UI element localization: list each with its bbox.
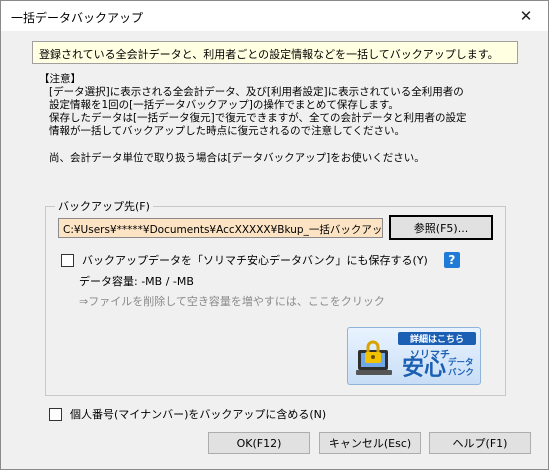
help-question-icon[interactable]: ? — [443, 252, 460, 268]
logo-brand-databank: データ バンク — [448, 358, 474, 378]
mynumber-option-row[interactable]: 個人番号(マイナンバー)をバックアップに含める(N) — [49, 406, 326, 422]
logo-brand-bank: バンク — [448, 368, 474, 378]
notes-section: 【注意】 [データ選択]に表示される全会計データ、及び[利用者設定]に表示されて… — [39, 73, 519, 165]
window-title: 一括データバックアップ — [11, 11, 144, 25]
logo-brand-data: データ — [448, 358, 474, 368]
notes-line: 設定情報を1回の[一括データバックアップ]の操作でまとめて保存します。 — [49, 99, 399, 111]
computer-lock-icon — [356, 340, 392, 375]
mynumber-option-checkbox[interactable] — [49, 407, 62, 421]
notes-line: [データ選択]に表示される全会計データ、及び[利用者設定]に表示されている全利用… — [49, 86, 464, 98]
logo-brand-anshin: 安心 — [402, 356, 447, 381]
notes-line: 保存したデータは[一括データ復元]で復元できますが、全ての会計データと利用者の設… — [49, 112, 467, 124]
bank-option-checkbox[interactable] — [61, 253, 74, 267]
notes-heading: 【注意】 — [39, 73, 81, 85]
backup-path-field[interactable]: C:¥Users¥*****¥Documents¥AccXXXXX¥Bkup_一… — [58, 218, 383, 238]
close-icon[interactable]: ✕ — [504, 1, 548, 31]
cancel-button[interactable]: キャンセル(Esc) — [319, 432, 421, 454]
notes-footer: 尚、会計データ単位で取り扱う場合は[データバックアップ]をお使いください。 — [49, 152, 425, 164]
title-bar: 一括データバックアップ ✕ — [1, 1, 548, 31]
browse-button[interactable]: 参照(F5)... — [389, 215, 493, 240]
bank-option-label: バックアップデータを「ソリマチ安心データバンク」にも保存する(Y) — [82, 254, 428, 267]
backup-dialog: 一括データバックアップ ✕ 登録されている全会計データと、利用者ごとの設定情報な… — [0, 0, 549, 470]
delete-files-link[interactable]: ⇒ファイルを削除して空き容量を増やすには、ここをクリック — [79, 293, 385, 309]
notes-line: 情報が一括してバックアップした時点に復元されるので注意してください。 — [49, 125, 406, 137]
backup-destination-legend: バックアップ先(F) — [55, 198, 153, 214]
bank-option-row[interactable]: バックアップデータを「ソリマチ安心データバンク」にも保存する(Y) ? — [61, 252, 460, 268]
details-tag: 詳細はこちら — [398, 332, 476, 345]
mynumber-option-label: 個人番号(マイナンバー)をバックアップに含める(N) — [70, 408, 327, 421]
ok-button[interactable]: OK(F12) — [208, 432, 310, 454]
help-button[interactable]: ヘルプ(F1) — [429, 432, 531, 454]
data-capacity: データ容量: -MB / -MB — [79, 275, 194, 288]
info-banner: 登録されている全会計データと、利用者ごとの設定情報などを一括してバックアップしま… — [32, 41, 518, 64]
data-bank-logo[interactable]: 詳細はこちら ソリマチ 安心 データ バンク — [347, 327, 481, 385]
